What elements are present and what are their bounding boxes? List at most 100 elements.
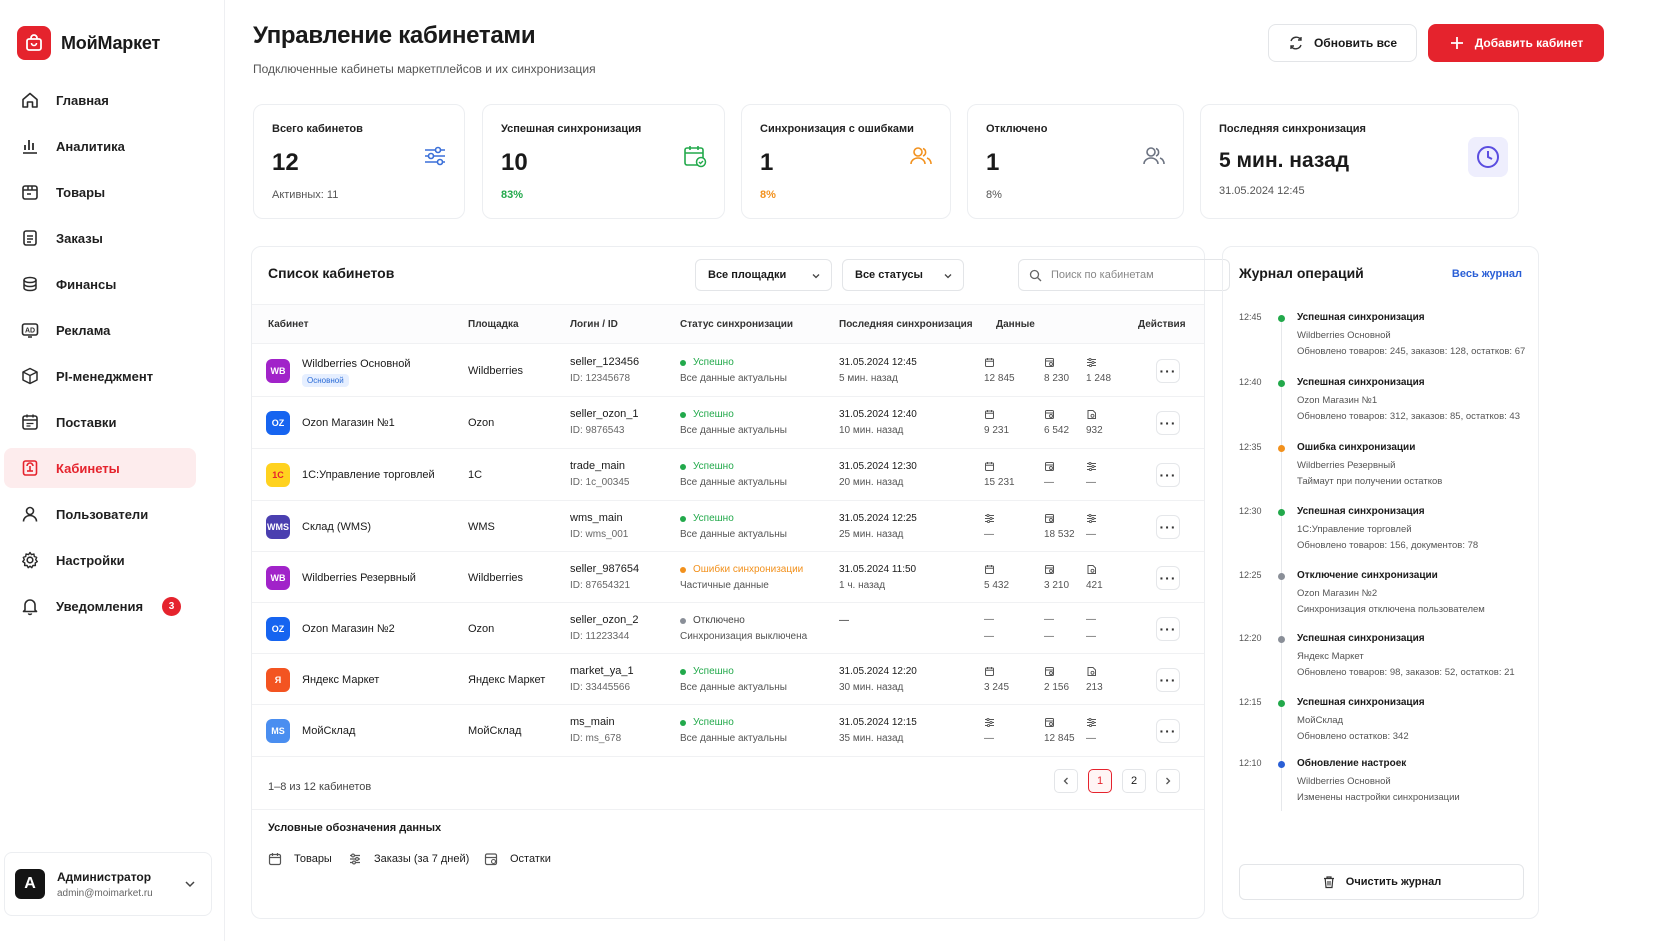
- sync-status: Успешно: [680, 717, 734, 728]
- sidebar-item-settings[interactable]: Настройки: [4, 540, 220, 580]
- pagination-summary: 1–8 из 12 кабинетов: [268, 781, 372, 793]
- chevron-down-icon: [944, 274, 952, 279]
- last-sync-date: 31.05.2024 12:25: [839, 513, 917, 524]
- page-button-2[interactable]: 2: [1122, 769, 1146, 793]
- sync-status-desc: Все данные актуальны: [680, 425, 787, 436]
- sidebar-item-cabinets[interactable]: Кабинеты: [4, 448, 196, 488]
- legend-item-stock: Остатки: [484, 852, 551, 866]
- row-actions-button[interactable]: ···: [1156, 566, 1180, 590]
- sidebar-item-finance[interactable]: Финансы: [4, 264, 220, 304]
- status-filter[interactable]: Все статусы: [842, 259, 964, 291]
- cabinet-platform: Wildberries: [468, 365, 524, 377]
- gear-icon: [22, 551, 38, 569]
- clear-journal-button[interactable]: Очистить журнал: [1239, 864, 1524, 900]
- last-sync-date: 31.05.2024 12:20: [839, 666, 917, 677]
- calendar-icon: [985, 462, 994, 471]
- event-source: Ozon Магазин №2: [1297, 588, 1378, 599]
- legend-title: Условные обозначения данных: [268, 822, 442, 834]
- sync-status-label: Успешно: [693, 717, 734, 728]
- event-detail: Обновлено товаров: 245, заказов: 128, ос…: [1297, 346, 1526, 357]
- page-title: Управление кабинетами: [253, 22, 536, 49]
- row-actions-button[interactable]: ···: [1156, 668, 1180, 692]
- stat-label: Отключено: [986, 123, 1048, 135]
- more-icon: ···: [1159, 467, 1177, 483]
- sidebar-item-notifications[interactable]: Уведомления 3: [4, 586, 220, 626]
- more-icon: ···: [1159, 363, 1177, 379]
- sidebar-item-users[interactable]: Пользователи: [4, 494, 220, 534]
- sidebar-item-orders[interactable]: Заказы: [4, 218, 220, 258]
- event-detail: Обновлено товаров: 312, заказов: 85, ост…: [1297, 411, 1520, 422]
- sidebar-item-home[interactable]: Главная: [4, 80, 220, 120]
- sync-status-label: Успешно: [693, 461, 734, 472]
- sidebar-item-products[interactable]: Товары: [4, 172, 220, 212]
- cabinet-logo: WMS: [266, 515, 290, 539]
- row-actions-button[interactable]: ···: [1156, 617, 1180, 641]
- last-sync-ago: 30 мин. назад: [839, 682, 904, 693]
- stock-icon: [1087, 565, 1096, 574]
- cabinet-logo: WB: [266, 566, 290, 590]
- stat-success-sync: Успешная синхронизация 10 83%: [482, 104, 725, 219]
- row-actions-button[interactable]: ···: [1156, 411, 1180, 435]
- sync-status-desc: Все данные актуальны: [680, 682, 787, 693]
- cabinet-name: Wildberries Резервный: [302, 572, 416, 584]
- logo[interactable]: МойМаркет: [0, 0, 224, 68]
- sync-status-desc: Все данные актуальны: [680, 529, 787, 540]
- cabinet-login: seller_123456: [570, 356, 640, 368]
- event-time: 12:15: [1239, 697, 1262, 707]
- cabinet-login: seller_ozon_1: [570, 408, 639, 420]
- data-value: —: [1086, 477, 1096, 488]
- status-dot: [680, 463, 686, 470]
- calendar-icon: [985, 667, 994, 676]
- data-value: 1 248: [1086, 373, 1112, 384]
- data-value: 6 542: [1044, 425, 1070, 436]
- table-row[interactable]: OZ Ozon Магазин №2 Ozon seller_ozon_2 ID: 11…: [252, 603, 1204, 654]
- page-button-1[interactable]: 1: [1088, 769, 1112, 793]
- row-actions-button[interactable]: ···: [1156, 463, 1180, 487]
- stat-disabled: Отключено 1 8%: [967, 104, 1184, 219]
- sync-status-desc: Частичные данные: [680, 580, 769, 591]
- calendar-icon: [22, 414, 38, 430]
- chevron-right-icon: [1166, 777, 1171, 785]
- table-row[interactable]: WB Wildberries Резервный Wildberries seller…: [252, 552, 1204, 603]
- table-row[interactable]: 1С 1С:Управление торговлей 1С trade_main ID:…: [252, 449, 1204, 501]
- more-icon: ···: [1159, 415, 1177, 431]
- sidebar-item-label: Поставки: [56, 414, 117, 430]
- platform-filter[interactable]: Все площадки: [695, 259, 832, 291]
- sidebar-item-analytics[interactable]: Аналитика: [4, 126, 220, 166]
- main-content: Управление кабинетами Подключенные кабин…: [225, 0, 1672, 941]
- search-input[interactable]: Поиск по кабинетам: [1018, 259, 1230, 291]
- list-icon: [350, 853, 360, 865]
- data-value: —: [1044, 477, 1054, 488]
- column-header: Статус синхронизации: [680, 319, 794, 330]
- row-actions-button[interactable]: ···: [1156, 515, 1180, 539]
- clear-journal-label: Очистить журнал: [1345, 876, 1442, 888]
- data-value: 932: [1086, 425, 1103, 436]
- cabinet-logo: 1С: [266, 463, 290, 487]
- prev-page-button[interactable]: [1054, 769, 1078, 793]
- sync-status: Успешно: [680, 513, 734, 524]
- page-header: Управление кабинетами Подключенные кабин…: [253, 22, 596, 76]
- next-page-button[interactable]: [1156, 769, 1180, 793]
- page-subtitle: Подключенные кабинеты маркетплейсов и их…: [253, 62, 596, 76]
- table-row[interactable]: OZ Ozon Магазин №1 Ozon seller_ozon_1 ID: 98…: [252, 397, 1204, 449]
- table-row[interactable]: WMS Склад (WMS) WMS wms_main ID: wms_001 Успе…: [252, 501, 1204, 552]
- row-actions-button[interactable]: ···: [1156, 719, 1180, 743]
- sidebar-item-pi-management[interactable]: PI-менеджмент: [4, 356, 220, 396]
- event-source: МойСклад: [1297, 715, 1344, 726]
- table-row[interactable]: Я Яндекс Маркет Яндекс Маркет market_ya_1 ID…: [252, 654, 1204, 705]
- status-dot: [680, 668, 686, 675]
- data-value: 15 231: [984, 477, 1015, 488]
- refresh-all-button[interactable]: Обновить все: [1268, 24, 1417, 62]
- table-row[interactable]: MS МойСклад МойСклад ms_main ID: ms_678 Успеш…: [252, 705, 1204, 757]
- row-actions-button[interactable]: ···: [1156, 359, 1180, 383]
- add-cabinet-button[interactable]: Добавить кабинет: [1428, 24, 1604, 62]
- table-row[interactable]: WB Wildberries Основной Основной Wildberrie…: [252, 345, 1204, 397]
- clipboard-icon: [23, 230, 37, 246]
- full-journal-link[interactable]: Весь журнал: [1452, 268, 1522, 280]
- sidebar-item-ads[interactable]: AD Реклама: [4, 310, 220, 350]
- plus-icon: [1450, 37, 1463, 49]
- user-menu[interactable]: A Администратор admin@moimarket.ru: [4, 852, 212, 916]
- sidebar-item-supplies[interactable]: Поставки: [4, 402, 220, 442]
- data-value: 213: [1086, 682, 1103, 693]
- bell-icon: [22, 599, 38, 616]
